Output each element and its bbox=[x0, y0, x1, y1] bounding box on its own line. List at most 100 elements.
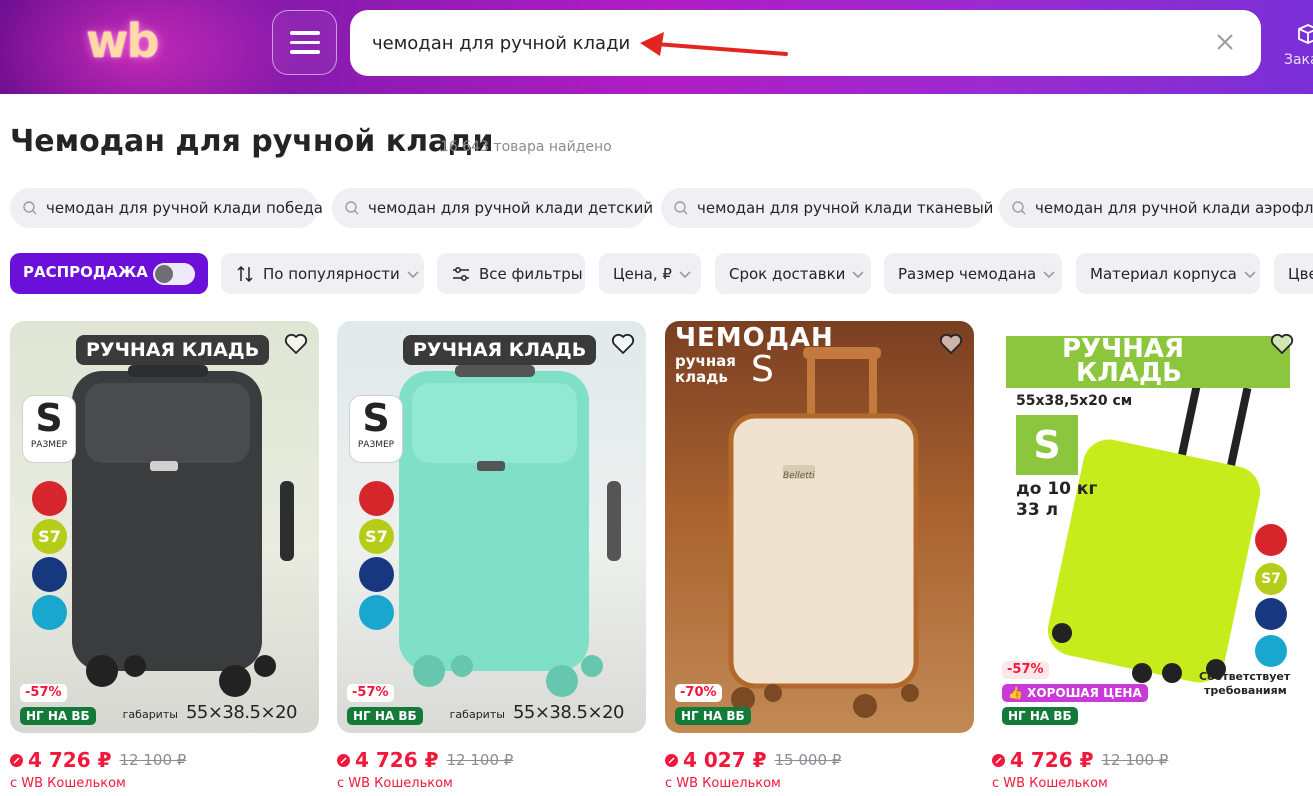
dimensions-text: 55x38,5x20 см bbox=[1016, 393, 1133, 409]
dims-caption: габариты bbox=[122, 708, 178, 721]
compliance-line-1: Соответствует bbox=[1199, 670, 1291, 683]
price-row: 4 726 ₽ 12 100 ₽ bbox=[992, 748, 1168, 772]
chevron-down-icon bbox=[1244, 270, 1256, 278]
thumbs-up-icon: 👍 bbox=[1008, 686, 1028, 700]
price-row: 4 726 ₽ 12 100 ₽ bbox=[337, 748, 513, 772]
size-caption: РАЗМЕР bbox=[357, 440, 395, 450]
sale-switch[interactable] bbox=[153, 263, 195, 285]
material-filter[interactable]: Материал корпуса bbox=[1076, 253, 1260, 294]
promo-subtitle-line-2: кладь bbox=[675, 368, 728, 386]
size-badge: S РАЗМЕР bbox=[349, 395, 403, 463]
old-price: 12 100 ₽ bbox=[119, 751, 187, 769]
size-caption: РАЗМЕР bbox=[30, 440, 68, 450]
azimuth-logo-icon bbox=[359, 595, 394, 630]
sort-dropdown[interactable]: По популярности bbox=[221, 253, 424, 294]
color-filter-label: Цве bbox=[1288, 264, 1313, 283]
product-card[interactable]: РУЧНАЯ КЛАДЬ 55x38,5x20 см S до 10 кг 33… bbox=[992, 321, 1313, 733]
size-letter: S bbox=[1016, 415, 1078, 475]
aeroflot-logo-icon bbox=[32, 557, 67, 592]
search-icon bbox=[23, 201, 37, 215]
chevron-down-icon bbox=[852, 270, 864, 278]
dims-value: 55×38.5×20 bbox=[185, 702, 298, 723]
header: wb чемодан для ручной клади Зака bbox=[0, 0, 1313, 94]
close-icon[interactable] bbox=[1211, 28, 1239, 56]
all-filters-label: Все фильтры bbox=[479, 264, 583, 283]
search-icon bbox=[1012, 201, 1026, 215]
discount-badge: -57% bbox=[1002, 661, 1049, 679]
wallet-note: с WB Кошельком bbox=[992, 776, 1108, 791]
filters-icon bbox=[453, 266, 469, 281]
wallet-discount-icon bbox=[992, 753, 1005, 767]
current-price: 4 726 ₽ bbox=[355, 748, 439, 772]
sort-label: По популярности bbox=[263, 264, 400, 283]
dimensions-label: габариты 55×38.5×20 bbox=[450, 702, 625, 723]
wb-logo[interactable]: wb bbox=[86, 14, 159, 68]
heart-icon[interactable] bbox=[610, 331, 636, 357]
burger-icon-line bbox=[289, 31, 320, 35]
suggestion-chip[interactable]: чемодан для ручной клади победа bbox=[10, 188, 323, 228]
sale-label: РАСПРОДАЖА bbox=[23, 263, 148, 281]
volume-text: 33 л bbox=[1016, 500, 1059, 520]
suggestion-label: чемодан для ручной клади победа bbox=[46, 199, 323, 217]
azimuth-logo-icon bbox=[32, 595, 67, 630]
ural-airlines-logo-icon bbox=[359, 481, 394, 516]
price-filter[interactable]: Цена, ₽ bbox=[599, 253, 701, 294]
size-letter: S bbox=[751, 349, 774, 390]
heart-icon[interactable] bbox=[283, 331, 309, 357]
all-filters-button[interactable]: Все фильтры bbox=[437, 253, 585, 294]
aeroflot-logo-icon bbox=[359, 557, 394, 592]
orders-label: Зака bbox=[1284, 52, 1313, 68]
hand-luggage-banner: РУЧНАЯ КЛАДЬ bbox=[76, 335, 270, 365]
hand-luggage-banner: РУЧНАЯ КЛАДЬ bbox=[403, 335, 597, 365]
aeroflot-logo-icon bbox=[1255, 598, 1287, 630]
sale-toggle-button[interactable]: РАСПРОДАЖА bbox=[10, 253, 208, 294]
suggestion-chip[interactable]: чемодан для ручной клади детский bbox=[332, 188, 653, 228]
size-filter[interactable]: Размер чемодана bbox=[884, 253, 1062, 294]
promo-badge: НГ НА ВБ bbox=[347, 707, 423, 725]
heart-icon[interactable] bbox=[938, 331, 964, 357]
current-price: 4 726 ₽ bbox=[28, 748, 112, 772]
results-count: 16 643 товара найдено bbox=[440, 139, 612, 155]
search-query[interactable]: чемодан для ручной клади bbox=[372, 33, 630, 54]
color-filter[interactable]: Цве bbox=[1274, 253, 1313, 294]
chevron-down-icon bbox=[679, 270, 691, 278]
banner-line-2: КЛАДЬ bbox=[1076, 358, 1182, 388]
suggestion-chip[interactable]: чемодан для ручной клади тканевый bbox=[661, 188, 993, 228]
burger-icon-line bbox=[289, 40, 320, 45]
sort-icon bbox=[237, 265, 253, 282]
delivery-filter-label: Срок доставки bbox=[729, 264, 846, 283]
weight-text: до 10 кг bbox=[1016, 479, 1098, 499]
wallet-note: с WB Кошельком bbox=[10, 776, 126, 791]
price-filter-label: Цена, ₽ bbox=[613, 264, 672, 283]
product-card[interactable]: РУЧНАЯ КЛАДЬ S РАЗМЕР S7 -57% НГ НА ВБ г… bbox=[337, 321, 646, 733]
s7-logo-icon: S7 bbox=[32, 519, 67, 554]
page-title: Чемодан для ручной клади bbox=[10, 124, 494, 159]
size-letter: S bbox=[35, 396, 63, 440]
suggestion-label: чемодан для ручной клади детский bbox=[368, 199, 654, 217]
azimuth-logo-icon bbox=[1255, 635, 1287, 667]
price-row: 4 027 ₽ 15 000 ₽ bbox=[665, 748, 841, 772]
delivery-filter[interactable]: Срок доставки bbox=[715, 253, 871, 294]
menu-button[interactable] bbox=[272, 10, 337, 75]
orders-link[interactable]: Зака bbox=[1282, 22, 1313, 82]
search-icon bbox=[345, 201, 359, 215]
annotation-arrow-icon bbox=[640, 32, 788, 56]
heart-icon[interactable] bbox=[1269, 331, 1295, 357]
promo-badge: НГ НА ВБ bbox=[675, 707, 751, 725]
ural-airlines-logo-icon bbox=[32, 481, 67, 516]
search-input[interactable]: чемодан для ручной клади bbox=[350, 10, 1261, 76]
product-card[interactable]: РУЧНАЯ КЛАДЬ S РАЗМЕР S7 -57% НГ НА ВБ г… bbox=[10, 321, 319, 733]
burger-icon-line bbox=[289, 50, 320, 54]
brand-label: Belletti bbox=[783, 471, 815, 481]
product-card[interactable]: ЧЕМОДАН ручная кладь S Belletti -70% НГ … bbox=[665, 321, 974, 733]
dimensions-label: габариты 55×38.5×20 bbox=[122, 702, 298, 723]
ural-airlines-logo-icon bbox=[1255, 524, 1287, 556]
suggestion-chip[interactable]: чемодан для ручной клади аэрофлот bbox=[999, 188, 1313, 228]
suggestion-label: чемодан для ручной клади тканевый bbox=[697, 199, 994, 217]
size-letter: S bbox=[362, 396, 390, 440]
discount-badge: -70% bbox=[675, 684, 722, 702]
box-icon bbox=[1298, 24, 1313, 44]
chevron-down-icon bbox=[407, 270, 419, 278]
discount-badge: -57% bbox=[20, 684, 67, 702]
wallet-note: с WB Кошельком bbox=[665, 776, 781, 791]
